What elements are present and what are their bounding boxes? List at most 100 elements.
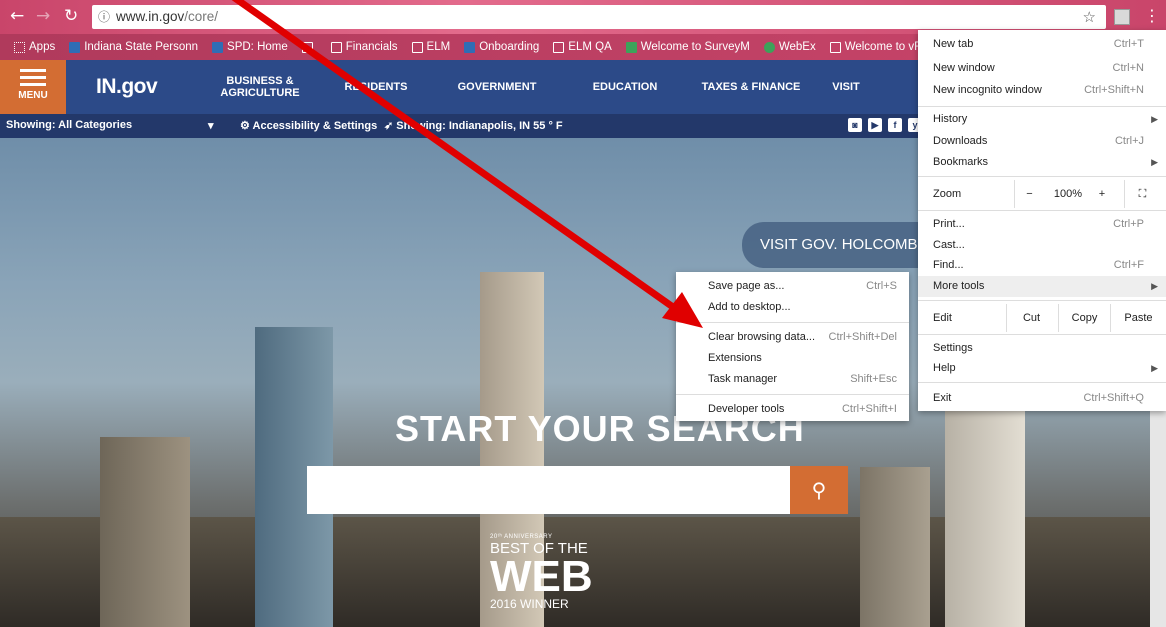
menu-divider (918, 176, 1166, 177)
webex-icon (763, 41, 775, 53)
menu-item-add-to-desktop[interactable]: Add to desktop... (676, 297, 909, 318)
nav-government[interactable]: GOVERNMENT (430, 81, 564, 93)
menu-item-cast[interactable]: Cast... (918, 235, 1166, 256)
building-image (860, 467, 930, 627)
menu-item-label: Exit (933, 392, 952, 404)
nav-business-agriculture[interactable]: BUSINESS & AGRICULTURE (198, 75, 322, 99)
menu-item-history[interactable]: History ▶ (918, 109, 1166, 130)
shortcut-label: Ctrl+N (1112, 62, 1144, 74)
bookmark-label: Onboarding (479, 41, 540, 53)
menu-item-print[interactable]: Print... Ctrl+P (918, 214, 1166, 235)
menu-item-task-manager[interactable]: Task manager Shift+Esc (676, 369, 909, 390)
menu-item-developer-tools[interactable]: Developer tools Ctrl+Shift+I (676, 399, 909, 420)
paste-button[interactable]: Paste (1110, 304, 1166, 332)
reload-icon[interactable]: ↻ (64, 6, 78, 26)
menu-divider (918, 106, 1166, 107)
menu-item-extensions[interactable]: Extensions (676, 348, 909, 369)
menu-divider (676, 394, 909, 395)
survey-icon (625, 41, 637, 53)
menu-item-new-tab[interactable]: New tab Ctrl+T (918, 34, 1166, 55)
address-bar[interactable]: ⓘ www.in.gov/core/ ☆ (92, 5, 1106, 29)
location-weather[interactable]: ➶ Showing: Indianapolis, IN 55 ° F (384, 119, 563, 132)
menu-item-label: Find... (933, 259, 964, 271)
zoom-level: 100% (1053, 188, 1083, 200)
cut-button[interactable]: Cut (1006, 304, 1056, 332)
bookmark-indiana-state-personnel[interactable]: Indiana State Personn (69, 41, 198, 53)
menu-item-clear-browsing-data[interactable]: Clear browsing data... Ctrl+Shift+Del (676, 327, 909, 348)
menu-item-label: More tools (933, 280, 985, 292)
bookmark-label: ELM (426, 41, 451, 53)
zoom-out-button[interactable]: − (1014, 180, 1044, 208)
in-gov-logo[interactable]: IN.gov (96, 75, 158, 99)
submenu-arrow-icon: ▶ (1151, 114, 1158, 124)
menu-item-downloads[interactable]: Downloads Ctrl+J (918, 131, 1166, 152)
category-filter[interactable]: Showing: All Categories (6, 119, 132, 131)
fullscreen-icon[interactable]: ⛶ (1124, 180, 1160, 208)
menu-divider (918, 210, 1166, 211)
menu-item-bookmarks[interactable]: Bookmarks ▶ (918, 152, 1166, 173)
menu-item-help[interactable]: Help ▶ (918, 358, 1166, 379)
bookmark-apps[interactable]: Apps (14, 41, 55, 53)
bookmark-financials[interactable]: Financials (330, 41, 398, 53)
bookmark-spd-home[interactable]: SPD: Home (212, 41, 288, 53)
site-search-input[interactable] (307, 466, 790, 514)
menu-item-label: Task manager (708, 373, 778, 385)
menu-item-exit[interactable]: Exit Ctrl+Shift+Q (918, 388, 1166, 409)
youtube-icon[interactable]: ▶ (868, 118, 882, 132)
site-menu-button[interactable]: MENU (0, 60, 66, 114)
bookmark-label: WebEx (778, 41, 816, 53)
back-arrow-icon[interactable]: ← (10, 6, 24, 26)
extension-icon[interactable] (1114, 9, 1130, 25)
hamburger-icon (20, 69, 46, 86)
menu-item-more-tools[interactable]: More tools ▶ (918, 276, 1166, 297)
shortcut-label: Shift+Esc (850, 373, 897, 385)
copy-button[interactable]: Copy (1058, 304, 1110, 332)
bookmark-label: Financials (345, 41, 398, 53)
bookmark-elm-qa[interactable]: ELM QA (553, 41, 612, 53)
menu-item-label: Save page as... (708, 280, 785, 292)
nav-taxes-finance[interactable]: TAXES & FINANCE (686, 81, 816, 93)
bookmark-onboarding[interactable]: Onboarding (464, 41, 539, 53)
bookmark-label: Apps (29, 41, 56, 53)
menu-item-settings[interactable]: Settings (918, 338, 1166, 359)
page-icon (553, 41, 565, 53)
shortcut-label: Ctrl+Shift+I (841, 403, 897, 415)
facebook-icon[interactable]: f (888, 118, 902, 132)
bookmark-surveymonkey[interactable]: Welcome to SurveyM (625, 41, 750, 53)
menu-item-label: New window (933, 62, 995, 74)
menu-item-label: Downloads (933, 135, 988, 147)
gov-holcomb-banner[interactable]: VISIT GOV. HOLCOMB'S (742, 222, 942, 268)
url-host: www.in.gov (116, 9, 185, 24)
bookmark-page[interactable] (301, 41, 317, 53)
bookmark-star-icon[interactable]: ☆ (1083, 5, 1096, 29)
nav-residents[interactable]: RESIDENTS (322, 81, 430, 93)
zoom-in-button[interactable]: + (1090, 180, 1114, 208)
instagram-icon[interactable]: ◙ (848, 118, 862, 132)
menu-divider (918, 300, 1166, 301)
nav-education[interactable]: EDUCATION (564, 81, 686, 93)
menu-item-label: Help (933, 362, 956, 374)
bookmark-label: ELM QA (568, 41, 612, 53)
best-of-web-award: 20ᵗʰ ANNIVERSARY BEST OF THE WEB 2016 WI… (490, 534, 593, 611)
site-nav: BUSINESS & AGRICULTURE RESIDENTS GOVERNM… (198, 60, 876, 114)
menu-item-new-window[interactable]: New window Ctrl+N (918, 58, 1166, 79)
chrome-menu-icon[interactable]: ⋮ (1142, 4, 1162, 28)
menu-item-new-incognito-window[interactable]: New incognito window Ctrl+Shift+N (918, 80, 1166, 101)
page-icon (301, 41, 313, 53)
submenu-arrow-icon: ▶ (1151, 363, 1158, 373)
menu-item-find[interactable]: Find... Ctrl+F (918, 255, 1166, 276)
menu-divider (676, 322, 909, 323)
bookmark-blue-icon (212, 41, 224, 53)
info-icon[interactable]: ⓘ (98, 10, 110, 24)
forward-arrow-icon[interactable]: → (36, 6, 50, 26)
nav-visit[interactable]: VISIT (816, 81, 876, 93)
bookmark-elm[interactable]: ELM (411, 41, 451, 53)
chevron-down-icon[interactable]: ▾ (208, 119, 214, 132)
accessibility-settings-link[interactable]: ⚙ Accessibility & Settings (240, 119, 377, 132)
menu-item-save-page[interactable]: Save page as... Ctrl+S (676, 276, 909, 297)
bookmark-webex[interactable]: WebEx (763, 41, 816, 53)
search-icon[interactable]: ⚲ (790, 466, 848, 514)
edit-row: Edit Cut Copy Paste (918, 304, 1166, 332)
menu-item-label: New incognito window (933, 84, 1042, 96)
url-path: /core/ (184, 9, 219, 24)
